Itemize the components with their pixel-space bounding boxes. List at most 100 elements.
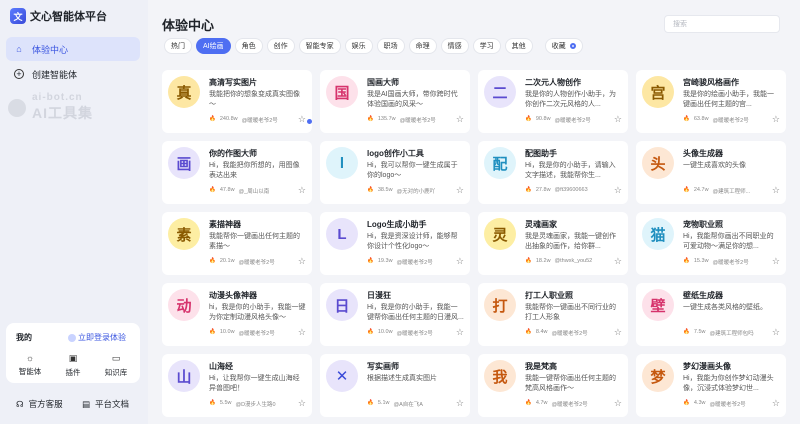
agent-title: 动漫头像神器 bbox=[209, 291, 257, 300]
agent-card[interactable]: 二二次元人物创作 我是你的人物创作小助手，为你创作二次元风格的人... 🔥 90.8w… bbox=[478, 70, 628, 133]
agent-card[interactable]: 灵灵魂画家 我是灵魂画家，我能一键创作出抽象的画作，给你群... 🔥 18.2w @th… bbox=[478, 212, 628, 275]
filter-hot[interactable]: 热门 bbox=[164, 38, 192, 54]
star-icon[interactable]: ☆ bbox=[456, 185, 464, 196]
star-icon[interactable]: ☆ bbox=[614, 185, 622, 196]
star-icon[interactable]: ☆ bbox=[298, 398, 306, 409]
fire-icon: 🔥 bbox=[367, 116, 374, 122]
sun-icon: ☼ bbox=[25, 353, 35, 363]
page-title: 体验中心 bbox=[162, 18, 215, 33]
agent-card[interactable]: 壁壁纸生成器 一键生成各类风格的壁纸。 🔥 7.5w @建筑工程师包吗 ☆ bbox=[636, 283, 786, 346]
author-name: @暖暖老爷2号 bbox=[712, 118, 749, 124]
agent-card[interactable]: l logo创作小工具 Hi，我可以帮你一键生成属于你的logo～ 🔥 38.5w @无对… bbox=[320, 141, 470, 204]
platform-docs-link[interactable]: ▤ 平台文档 bbox=[82, 398, 129, 410]
usage-count: 4.3w bbox=[693, 400, 706, 406]
agent-card[interactable]: 画你的作图大师 Hi，我能把你所想的，用图像表达出来 🔥 47.8w @_周山以南 ☆ bbox=[162, 141, 312, 204]
agent-card[interactable]: 头头像生成器 一键生成喜欢的头像 🔥 24.7w @建筑工程师... ☆ bbox=[636, 141, 786, 204]
my-title: 我的 bbox=[16, 333, 32, 342]
usage-count: 5.1w bbox=[377, 400, 390, 406]
agent-card[interactable]: ✕ 写实画师 根据描述生成真实图片 🔥 5.1w @A自在飞A ☆ bbox=[320, 354, 470, 417]
fire-icon: 🔥 bbox=[683, 400, 690, 406]
filter-collect[interactable]: 收藏 bbox=[544, 38, 583, 54]
star-icon[interactable]: ☆ bbox=[456, 398, 464, 409]
star-icon[interactable]: ☆ bbox=[772, 114, 780, 125]
agent-avatar: 猫 bbox=[642, 218, 674, 250]
filter-expert[interactable]: 智能专家 bbox=[298, 38, 341, 54]
quick-plugins[interactable]: ▣ 插件 bbox=[53, 353, 93, 378]
agent-avatar: 动 bbox=[168, 289, 200, 321]
search-input[interactable] bbox=[664, 15, 780, 33]
agent-title: 国画大师 bbox=[367, 78, 399, 87]
agent-title: 我是梵高 bbox=[525, 362, 557, 371]
agent-card[interactable]: 梦梦幻漫画头像 Hi，我能为你创作梦幻动漫头像，沉浸式体验梦幻世... 🔥 4.3w @… bbox=[636, 354, 786, 417]
author-name: @_周山以南 bbox=[238, 189, 270, 195]
author-name: @暖暖老爷2号 bbox=[712, 260, 749, 266]
agent-description: hi，我是你的小助手，我能一键为你定制动漫风格头像～ bbox=[209, 304, 306, 321]
star-icon[interactable]: ☆ bbox=[772, 185, 780, 196]
agent-avatar: 壁 bbox=[642, 289, 674, 321]
filter-fortune[interactable]: 命理 bbox=[408, 38, 437, 54]
agent-card[interactable]: 猫宠物职业照 Hi，我能帮你画出不同职业的可爱动物～满足你的想... 🔥 15.3w @… bbox=[636, 212, 786, 275]
login-link[interactable]: 立即登录体验 bbox=[68, 332, 126, 343]
agent-meta: 🔥 18.2w @thwxk_you52 bbox=[525, 258, 592, 264]
agent-card[interactable]: 素素描神器 我能帮你一键画出任何主题的素描～ 🔥 20.1w @暖暖老爷2号 ☆ bbox=[162, 212, 312, 275]
agent-title: 山海经 bbox=[209, 362, 233, 371]
filter-workplace[interactable]: 职场 bbox=[376, 38, 405, 54]
sidebar-item-experience-center[interactable]: ⌂ 体验中心 bbox=[6, 37, 140, 61]
filter-other[interactable]: 其他 bbox=[504, 38, 533, 54]
fire-icon: 🔥 bbox=[209, 400, 216, 406]
agent-card[interactable]: 山山海经 Hi，让我帮你一键生成山海经异兽图吧！ 🔥 5.5w @D漫步人生路0 ☆ bbox=[162, 354, 312, 417]
star-icon[interactable]: ☆ bbox=[298, 256, 306, 267]
agent-card[interactable]: 真高清写实图片 我能把你的想象变成真实图像～ 🔥 240.8w @暖暖老爷2号 ☆ bbox=[162, 70, 312, 133]
star-icon[interactable]: ☆ bbox=[298, 327, 306, 338]
star-icon[interactable]: ☆ bbox=[456, 327, 464, 338]
star-icon[interactable]: ☆ bbox=[298, 114, 306, 125]
agent-card[interactable]: 我我是梵高 我能一键帮你画出任何主题的梵高风格画作～ 🔥 4.7w @暖暖老爷2号 ☆ bbox=[478, 354, 628, 417]
star-icon[interactable]: ☆ bbox=[772, 256, 780, 267]
agent-description: Hi，我可以帮你一键生成属于你的logo～ bbox=[367, 162, 458, 179]
filter-creation[interactable]: 创作 bbox=[266, 38, 295, 54]
agent-description: 我是你的人物创作小助手，为你创作二次元风格的人... bbox=[525, 91, 616, 108]
agent-description: Hi，我是资深设计师，能够帮你设计个性化logo～ bbox=[367, 233, 458, 250]
star-icon[interactable]: ☆ bbox=[614, 398, 622, 409]
filter-emotion[interactable]: 情感 bbox=[440, 38, 469, 54]
agent-card[interactable]: 动动漫头像神器 hi，我是你的小助手，我能一键为你定制动漫风格头像～ 🔥 10.0w @… bbox=[162, 283, 312, 346]
agent-description: 我能帮你一键画出不同行业的打工人形象 bbox=[525, 304, 616, 321]
sidebar-item-create-agent[interactable]: + 创建智能体 bbox=[6, 62, 140, 86]
star-icon[interactable]: ☆ bbox=[772, 327, 780, 338]
quick-agents[interactable]: ☼ 智能体 bbox=[10, 353, 50, 377]
agent-card[interactable]: L Logo生成小助手 Hi，我是资深设计师，能够帮你设计个性化logo～ 🔥 19.3… bbox=[320, 212, 470, 275]
agent-title: 写实画师 bbox=[367, 362, 399, 371]
filter-study[interactable]: 学习 bbox=[472, 38, 501, 54]
agent-avatar: 宫 bbox=[642, 76, 674, 108]
star-icon[interactable]: ☆ bbox=[614, 327, 622, 338]
quick-knowledge[interactable]: ▭ 知识库 bbox=[96, 353, 136, 378]
agent-card[interactable]: 宫宫崎骏风格画作 我是你的绘画小助手，我能一键画出任何主题的宫... 🔥 63.8w @… bbox=[636, 70, 786, 133]
agent-avatar: 头 bbox=[642, 147, 674, 179]
agent-title: 配图助手 bbox=[525, 149, 557, 158]
indicator-dot bbox=[307, 119, 312, 124]
filter-role[interactable]: 角色 bbox=[234, 38, 263, 54]
agent-card[interactable]: 打打工人职业照 我能帮你一键画出不同行业的打工人形象 🔥 8.4w @暖暖老爷2号 ☆ bbox=[478, 283, 628, 346]
document-icon: ▤ bbox=[82, 398, 91, 409]
app-logo[interactable]: 文 文心智能体平台 bbox=[10, 8, 107, 24]
agent-card[interactable]: 国国画大师 我是AI国画大师，带你跨时代体验国画的风采～ 🔥 135.7w @暖暖老爷2… bbox=[320, 70, 470, 133]
author-name: @建筑工程师包吗 bbox=[709, 331, 754, 337]
usage-count: 38.5w bbox=[377, 187, 393, 193]
star-icon[interactable]: ☆ bbox=[772, 398, 780, 409]
agent-card[interactable]: 日日漫狂 Hi，我是你的小助手，我能一键帮你画出任何主题的日漫风... 🔥 10.0w… bbox=[320, 283, 470, 346]
star-icon[interactable]: ☆ bbox=[456, 114, 464, 125]
customer-service-link[interactable]: ☊ 官方客服 bbox=[16, 398, 63, 410]
logo-icon: 文 bbox=[10, 8, 26, 24]
filter-ai-painting[interactable]: AI绘画 bbox=[196, 38, 231, 54]
star-icon[interactable]: ☆ bbox=[298, 185, 306, 196]
quick-label: 插件 bbox=[65, 368, 81, 377]
agent-description: 一键生成喜欢的头像 bbox=[683, 162, 746, 169]
agent-meta: 🔥 38.5w @无对的小鹿吖 bbox=[367, 187, 435, 195]
filter-entertainment[interactable]: 娱乐 bbox=[344, 38, 373, 54]
collect-radio[interactable] bbox=[569, 43, 576, 49]
agent-avatar: 配 bbox=[484, 147, 516, 179]
agent-card[interactable]: 配配图助手 Hi，我是你的小助手，请输入文字描述，我能帮你生... 🔥 27.8w @f… bbox=[478, 141, 628, 204]
star-icon[interactable]: ☆ bbox=[614, 114, 622, 125]
star-icon[interactable]: ☆ bbox=[614, 256, 622, 267]
star-icon[interactable]: ☆ bbox=[456, 256, 464, 267]
